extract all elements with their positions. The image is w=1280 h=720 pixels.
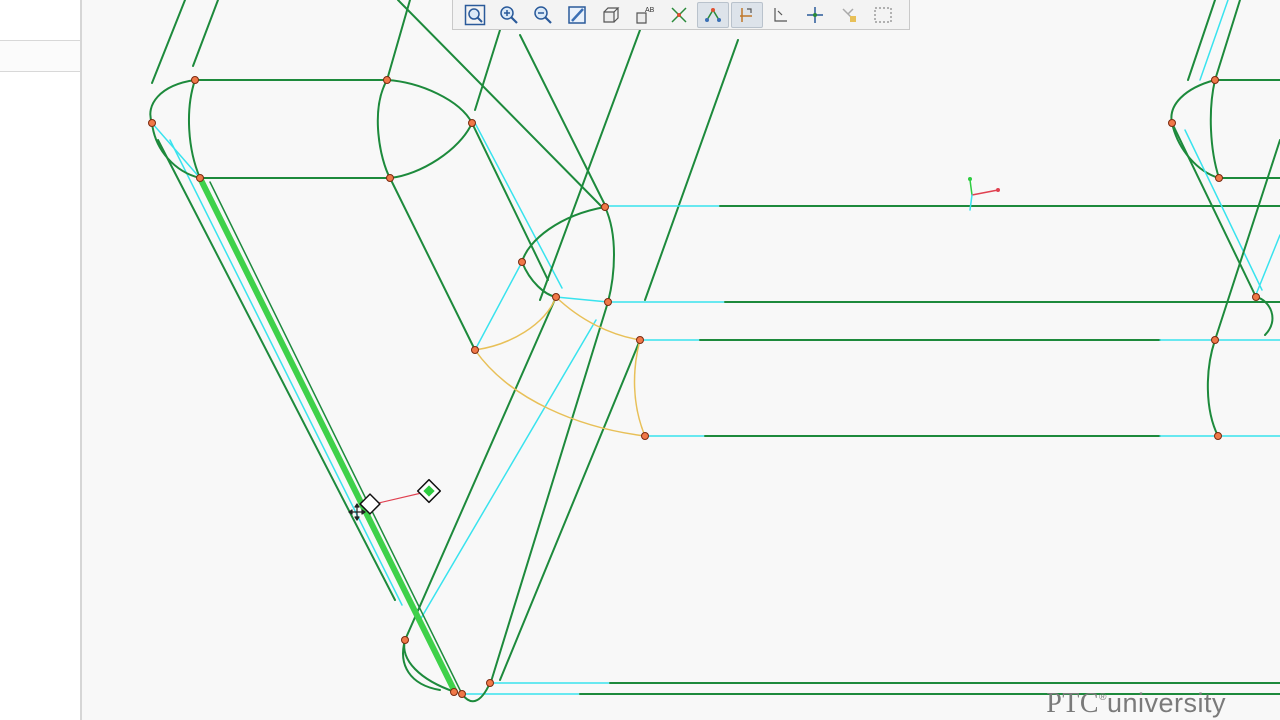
constraint-display-icon	[740, 7, 752, 22]
display-style-button[interactable]	[595, 2, 627, 28]
left-diagonal-edges[interactable]	[151, 0, 411, 606]
select-box-button[interactable]	[867, 2, 899, 28]
sketch-vertices[interactable]	[148, 76, 1260, 698]
zoom-fit-icon	[464, 4, 486, 25]
dimension-display-icon	[705, 7, 721, 22]
annotation-display-button[interactable]	[833, 2, 865, 28]
refit-button[interactable]	[459, 2, 491, 28]
zoom-out-icon	[534, 5, 552, 24]
annotation-display-icon	[842, 7, 856, 22]
watermark-university: university	[1106, 688, 1226, 718]
preview-fillet-arcs	[474, 296, 646, 437]
ptc-university-watermark: PTC®university	[1046, 688, 1226, 720]
right-slot[interactable]	[1170, 0, 1280, 437]
graphics-window[interactable]	[84, 0, 1280, 720]
zoom-in-button[interactable]	[493, 2, 525, 28]
repaint-icon	[568, 5, 586, 24]
saved-orientations-button[interactable]: AB	[629, 2, 661, 28]
sketch-display-icon	[671, 6, 687, 23]
top-left-slot[interactable]	[149, 79, 473, 179]
zoom-in-icon	[500, 5, 518, 24]
zoom-out-button[interactable]	[527, 2, 559, 28]
vertex-display-button[interactable]	[799, 2, 831, 28]
grid-display-button[interactable]	[765, 2, 797, 28]
watermark-registered: ®	[1099, 692, 1107, 703]
svg-text:AB: AB	[645, 7, 655, 14]
repaint-button[interactable]	[561, 2, 593, 28]
in-graphics-toolbar: AB	[452, 0, 910, 30]
saved-views-icon: AB	[636, 7, 655, 24]
display-style-icon	[603, 6, 620, 23]
watermark-ptc: PTC	[1046, 688, 1100, 719]
grid-display-icon	[774, 7, 787, 22]
horizontal-edges[interactable]	[461, 205, 1280, 695]
vertex-display-icon	[807, 6, 823, 23]
dimension-display-button[interactable]	[697, 1, 729, 28]
selection-box-icon	[874, 6, 892, 23]
sketch-display-button[interactable]	[663, 2, 695, 28]
drag-handle[interactable]	[359, 478, 442, 515]
sketch-canvas[interactable]	[84, 0, 1280, 720]
model-tree-panel[interactable]	[0, 0, 82, 720]
constraint-display-button[interactable]	[731, 1, 763, 28]
model-tree-header	[0, 40, 80, 72]
